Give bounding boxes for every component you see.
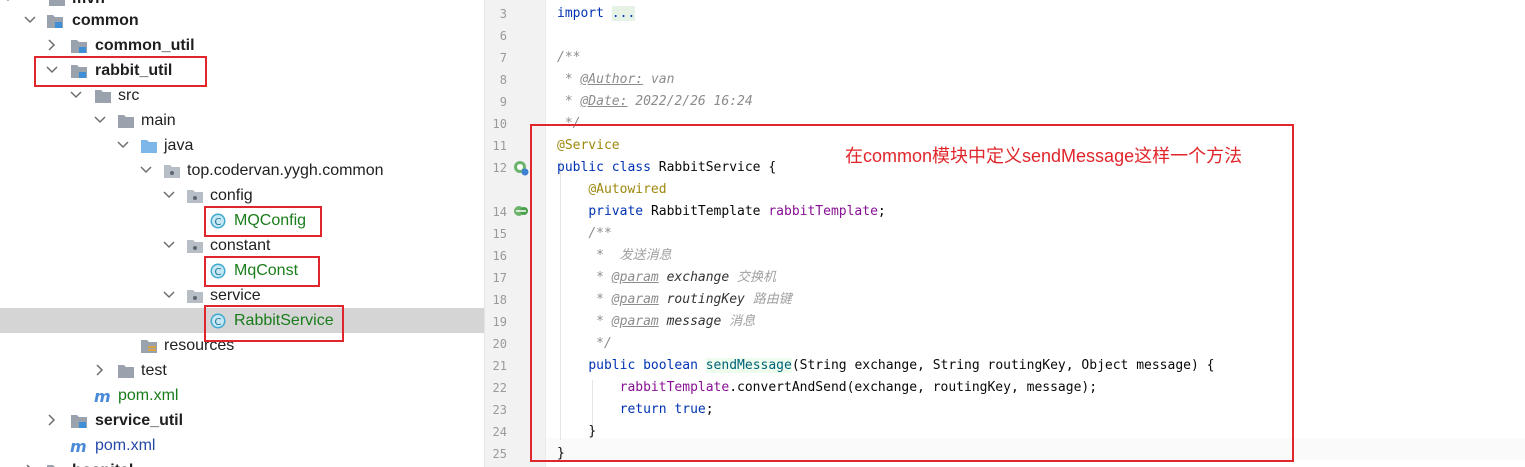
resources-folder-icon — [140, 338, 158, 354]
folder-icon — [117, 363, 135, 379]
tree-row-partial-bottom[interactable]: hospital — [0, 458, 484, 467]
line-number: 24 — [492, 425, 507, 439]
tree-item-config[interactable]: config — [0, 183, 484, 208]
svg-text:m: m — [70, 438, 87, 454]
module-folder-icon — [46, 13, 64, 29]
line-number: 15 — [492, 227, 507, 241]
tree-item-main[interactable]: main — [0, 108, 484, 133]
line-number: 19 — [492, 315, 507, 329]
tree-item-java[interactable]: java — [0, 133, 484, 158]
chevron-down-icon[interactable] — [163, 283, 177, 308]
highlight-box-code — [530, 124, 1294, 462]
code-line: * @Author: van — [564, 72, 675, 87]
tree-label-service: service — [210, 287, 261, 304]
line-number: 21 — [492, 359, 507, 373]
tree-label-pom: pom.xml — [118, 387, 179, 404]
highlight-box-mqconst — [204, 256, 320, 287]
chevron-right-icon[interactable] — [94, 358, 108, 383]
tree-label-common-util: common_util — [95, 37, 195, 54]
line-number: 22 — [492, 381, 507, 395]
chevron-down-icon[interactable] — [163, 233, 177, 258]
folder-icon — [94, 88, 112, 104]
folder-icon — [117, 113, 135, 129]
tree-item-test[interactable]: test — [0, 358, 484, 383]
tree-label: mvn — [72, 0, 105, 8]
package-icon — [186, 238, 204, 254]
chevron-right-icon[interactable] — [46, 408, 60, 433]
chevron-right-icon[interactable] — [24, 458, 38, 467]
chevron-down-icon[interactable] — [140, 158, 154, 183]
line-number: 6 — [499, 29, 507, 43]
tree-item-pom[interactable]: m pom.xml — [0, 383, 484, 408]
line-number: 10 — [492, 117, 507, 131]
highlight-box-rabbitservice — [204, 305, 344, 342]
line-number: 9 — [499, 95, 507, 109]
tree-label-test: test — [141, 362, 167, 379]
autowired-icon[interactable] — [513, 204, 529, 220]
tree-item-package[interactable]: top.codervan.yygh.common — [0, 158, 484, 183]
project-tree: mvn common common_util rabbit_util — [0, 0, 484, 467]
highlight-box-mqconfig — [204, 206, 322, 237]
line-number: 8 — [499, 73, 507, 87]
highlight-box-rabbit-util — [34, 56, 207, 87]
annotation-text: 在common模块中定义sendMessage这样一个方法 — [845, 146, 1243, 166]
module-folder-icon — [70, 413, 88, 429]
tree-item-common-util[interactable]: common_util — [0, 33, 484, 58]
line-number: 12 — [492, 161, 507, 175]
tree-label-common-pom: pom.xml — [95, 437, 156, 454]
svg-text:m: m — [94, 388, 111, 404]
chevron-down-icon[interactable] — [163, 183, 177, 208]
source-folder-icon — [140, 138, 158, 154]
tree-label-src: src — [118, 87, 140, 104]
tree-label-config: config — [210, 187, 253, 204]
line-number: 20 — [492, 337, 507, 351]
chevron-down-icon[interactable] — [94, 108, 108, 133]
line-number: 23 — [492, 403, 507, 417]
maven-icon: m — [94, 387, 112, 406]
code-line: * @Date: 2022/2/26 16:24 — [564, 94, 753, 109]
tree-label-common: common — [72, 12, 139, 29]
line-number: 11 — [492, 139, 507, 153]
tree-label-main: main — [141, 112, 176, 129]
line-number: 25 — [492, 447, 507, 461]
tree-label-constant: constant — [210, 237, 271, 254]
line-number: 17 — [492, 271, 507, 285]
package-icon — [163, 163, 181, 179]
package-icon — [186, 288, 204, 304]
tree-label-package: top.codervan.yygh.common — [187, 162, 384, 179]
chevron-down-icon[interactable] — [117, 133, 131, 158]
line-number: 7 — [499, 51, 507, 65]
tree-item-service-util[interactable]: service_util — [0, 408, 484, 433]
line-number: 16 — [492, 249, 507, 263]
tree-label-service-util: service_util — [95, 412, 184, 429]
spring-bean-icon[interactable] — [513, 160, 529, 176]
chevron-right-icon[interactable] — [46, 33, 60, 58]
code-line: import ... — [557, 6, 636, 21]
line-number: 18 — [492, 293, 507, 307]
code-line: /** — [557, 50, 581, 65]
tree-label: hospital — [72, 461, 133, 467]
maven-icon: m — [70, 437, 88, 456]
tree-item-common[interactable]: common — [0, 8, 484, 33]
tree-item-common-pom[interactable]: m pom.xml — [0, 433, 484, 458]
tree-label-java: java — [164, 137, 194, 154]
module-folder-icon — [46, 463, 64, 467]
module-folder-icon — [70, 38, 88, 54]
package-icon — [186, 188, 204, 204]
chevron-down-icon[interactable] — [24, 8, 38, 33]
line-number: 3 — [499, 7, 507, 21]
folded-imports[interactable]: ... — [611, 6, 636, 21]
line-number: 14 — [492, 205, 507, 219]
module-folder-icon — [48, 0, 66, 7]
